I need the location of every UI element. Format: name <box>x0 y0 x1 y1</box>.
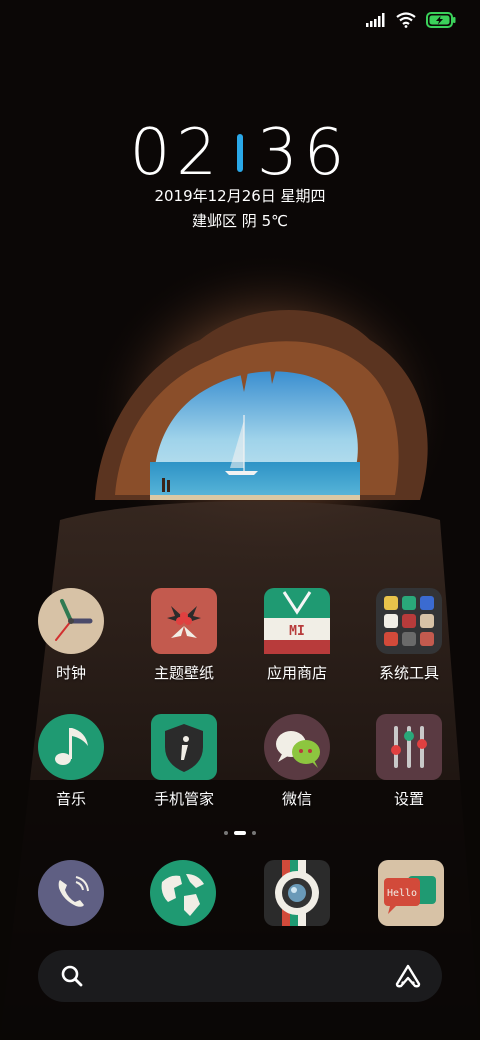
camera-icon <box>264 860 330 926</box>
dock-browser[interactable] <box>150 860 216 926</box>
messages-hello-text: Hello <box>387 888 417 899</box>
app-clock[interactable]: 时钟 <box>16 588 126 683</box>
app-label: 主题壁纸 <box>153 664 214 682</box>
mi-store-bag-icon: MI <box>264 588 330 654</box>
app-system-tools-folder[interactable]: 系统工具 <box>354 588 464 683</box>
app-label: 音乐 <box>55 790 86 808</box>
app-label: 应用商店 <box>266 664 327 682</box>
search-bar[interactable] <box>38 950 442 1002</box>
dock-messages[interactable]: Hello <box>378 860 444 926</box>
clock-separator <box>237 133 243 172</box>
page-dot-active[interactable] <box>234 831 246 835</box>
assistant-icon[interactable] <box>394 963 422 989</box>
app-store[interactable]: MI 应用商店 <box>242 588 352 683</box>
app-label: 时钟 <box>55 664 86 682</box>
weather-text: 建邺区 阴 5℃ <box>192 212 288 230</box>
clock-icon <box>38 588 104 654</box>
holly-theme-icon <box>151 588 217 654</box>
page-dot[interactable] <box>252 831 256 835</box>
dock-camera[interactable] <box>264 860 330 926</box>
page-indicator <box>0 831 480 835</box>
settings-sliders-icon <box>376 714 442 780</box>
app-music[interactable]: 音乐 <box>16 714 126 809</box>
clock-minutes: 36 <box>257 116 351 190</box>
app-label: 微信 <box>281 790 312 808</box>
folder-icon <box>376 588 442 654</box>
messages-hello-icon: Hello <box>378 860 444 926</box>
app-wechat[interactable]: 微信 <box>242 714 352 809</box>
app-security[interactable]: 手机管家 <box>129 714 239 809</box>
battery-charging-icon <box>426 12 456 28</box>
app-theme-wallpaper[interactable]: 主题壁纸 <box>129 588 239 683</box>
clock-hours: 02 <box>129 116 223 190</box>
browser-globe-icon <box>150 860 216 926</box>
phone-icon <box>38 860 104 926</box>
wifi-icon <box>396 12 416 28</box>
signal-bars-icon <box>366 13 385 27</box>
app-settings[interactable]: 设置 <box>354 714 464 809</box>
app-label: 手机管家 <box>153 790 214 808</box>
svg-text:MI: MI <box>289 624 305 639</box>
app-label: 设置 <box>393 790 424 808</box>
page-dot[interactable] <box>224 831 228 835</box>
security-shield-icon <box>151 714 217 780</box>
dock-phone[interactable] <box>38 860 104 926</box>
wechat-chat-icon <box>264 714 330 780</box>
search-icon[interactable] <box>60 964 84 988</box>
lockscreen-clock: 02 36 <box>0 118 480 188</box>
music-note-icon <box>38 714 104 780</box>
status-bar <box>366 10 456 30</box>
app-label: 系统工具 <box>378 664 439 682</box>
date-text: 2019年12月26日 星期四 <box>154 187 326 205</box>
